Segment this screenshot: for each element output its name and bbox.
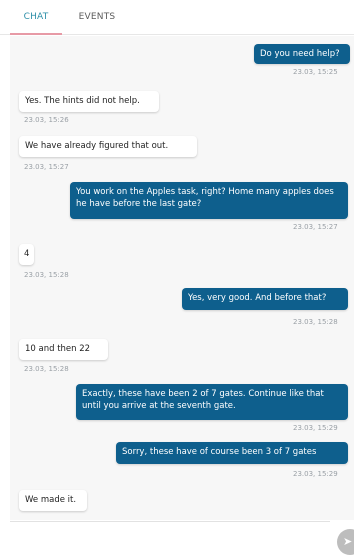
chat-thread[interactable]: Do you need help? 23.03, 15:25 Yes. The … <box>10 36 354 520</box>
message-timestamp: 23.03, 15:27 <box>293 223 338 231</box>
message-timestamp: 23.03, 15:28 <box>293 318 338 326</box>
tab-bar: CHAT EVENTS <box>0 0 354 35</box>
message-bubble-incoming: We made it. <box>19 490 87 511</box>
tab-chat[interactable]: CHAT <box>10 0 62 35</box>
message-bubble-incoming: 4 <box>19 244 34 265</box>
message-bubble-incoming: 10 and then 22 <box>19 339 108 360</box>
message-bubble-outgoing: Sorry, these have of course been 3 of 7 … <box>116 442 348 464</box>
message-timestamp: 23.03, 15:25 <box>293 68 338 76</box>
message-bubble-outgoing: Exactly, these have been 2 of 7 gates. C… <box>76 384 348 420</box>
message-bubble-outgoing: You work on the Apples task, right? Home… <box>70 182 348 219</box>
message-timestamp: 23.03, 15:26 <box>24 116 69 124</box>
message-timestamp: 23.03, 15:29 <box>293 470 338 478</box>
message-timestamp: 23.03, 15:28 <box>24 271 69 279</box>
message-bubble-incoming: Yes. The hints did not help. <box>19 91 159 112</box>
message-timestamp: 23.03, 15:27 <box>24 163 69 171</box>
message-input[interactable] <box>10 522 354 554</box>
message-bubble-outgoing: Do you need help? <box>254 44 350 64</box>
tab-events[interactable]: EVENTS <box>72 0 122 34</box>
message-bubble-incoming: We have already figured that out. <box>19 136 197 157</box>
message-bubble-outgoing: Yes, very good. And before that? <box>182 288 348 310</box>
message-timestamp: 23.03, 15:28 <box>24 365 69 373</box>
message-timestamp: 23.03, 15:29 <box>293 424 338 432</box>
